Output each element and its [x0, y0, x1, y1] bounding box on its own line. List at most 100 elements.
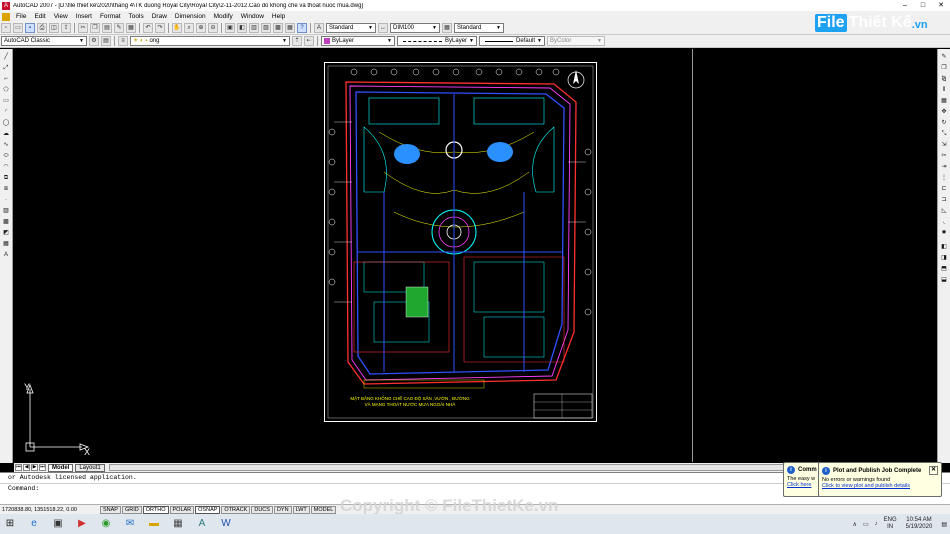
- block-editor-icon[interactable]: ▦: [126, 23, 136, 33]
- spline-icon[interactable]: ∿: [2, 141, 11, 150]
- mirror-icon[interactable]: ⧎: [940, 75, 949, 84]
- break-at-point-icon[interactable]: ⋮: [940, 174, 949, 183]
- network-icon[interactable]: ▭: [863, 521, 869, 528]
- insert-block-icon[interactable]: ⧉: [2, 174, 11, 183]
- erase-icon[interactable]: ✎: [940, 53, 949, 62]
- ellipse-icon[interactable]: ⬭: [2, 152, 11, 161]
- new-icon[interactable]: ▫: [1, 23, 11, 33]
- autocad-taskbar-icon[interactable]: A: [192, 515, 212, 533]
- draw-order-front-icon[interactable]: ◧: [940, 243, 949, 252]
- extend-icon[interactable]: ⇥: [940, 163, 949, 172]
- draw-order-back-icon[interactable]: ◨: [940, 254, 949, 263]
- explode-icon[interactable]: ✸: [940, 229, 949, 238]
- windows-start-icon[interactable]: ⊞: [0, 515, 20, 533]
- text-style-select[interactable]: Standard ▼: [326, 23, 376, 33]
- text-style-icon[interactable]: A: [314, 23, 324, 33]
- redo-icon[interactable]: ↷: [155, 23, 165, 33]
- rectangle-icon[interactable]: ▭: [2, 97, 11, 106]
- coordinate-display[interactable]: 1720838.80, 1351518.22, 0.00: [0, 507, 100, 513]
- view-plot-details-link[interactable]: Click to view plot and publish details: [822, 483, 938, 489]
- help-icon[interactable]: ?: [297, 23, 307, 33]
- file-explorer-icon[interactable]: ▬: [144, 515, 164, 533]
- dim-style-select[interactable]: DIM100 ▼: [390, 23, 440, 33]
- region-icon[interactable]: ◩: [2, 229, 11, 238]
- copy-object-icon[interactable]: ❐: [940, 64, 949, 73]
- array-icon[interactable]: ▦: [940, 97, 949, 106]
- multiline-text-icon[interactable]: A: [2, 251, 11, 260]
- menu-dimension[interactable]: Dimension: [171, 13, 210, 20]
- zoom-previous-icon[interactable]: ⊖: [208, 23, 218, 33]
- make-block-icon[interactable]: ⧈: [2, 185, 11, 194]
- ellipse-arc-icon[interactable]: ◠: [2, 163, 11, 172]
- table-style-select[interactable]: Standard ▼: [454, 23, 504, 33]
- trim-icon[interactable]: ✂: [940, 152, 949, 161]
- volume-icon[interactable]: ♪: [875, 521, 878, 527]
- open-icon[interactable]: ▭: [13, 23, 23, 33]
- notification-center-icon[interactable]: ▤: [941, 521, 947, 528]
- media-icon[interactable]: ▶: [72, 515, 92, 533]
- drawing-canvas[interactable]: MẶT BẰNG KHỐNG CHẾ CAO ĐỘ SÂN ,VƯỜN , ĐƯ…: [14, 49, 936, 462]
- bring-above-icon[interactable]: ⬒: [940, 265, 949, 274]
- zoom-realtime-icon[interactable]: ⌕: [184, 23, 194, 33]
- chamfer-icon[interactable]: ◺: [940, 207, 949, 216]
- properties-icon[interactable]: ▣: [225, 23, 235, 33]
- rotate-icon[interactable]: ↻: [940, 119, 949, 128]
- mail-icon[interactable]: ✉: [120, 515, 140, 533]
- tab-layout1[interactable]: Layout1: [75, 463, 105, 472]
- language-indicator[interactable]: ENG IN: [884, 517, 897, 531]
- calculator-icon[interactable]: ▦: [285, 23, 295, 33]
- design-center-icon[interactable]: ◧: [237, 23, 247, 33]
- tab-model[interactable]: Model: [48, 463, 74, 472]
- layer-previous-icon[interactable]: ⇠: [304, 36, 314, 46]
- calculator-app-icon[interactable]: ▦: [168, 515, 188, 533]
- next-tab-icon[interactable]: ▶: [31, 464, 38, 471]
- my-workspace-icon[interactable]: ▤: [101, 36, 111, 46]
- lwt-toggle[interactable]: LWT: [292, 505, 310, 514]
- save-icon[interactable]: ▪: [25, 23, 35, 33]
- edge-browser-icon[interactable]: e: [24, 515, 44, 533]
- publish-icon[interactable]: ⇪: [61, 23, 71, 33]
- copy-icon[interactable]: ❐: [90, 23, 100, 33]
- maximize-button[interactable]: □: [914, 0, 932, 11]
- match-properties-icon[interactable]: ✎: [114, 23, 124, 33]
- color-select[interactable]: ByLayer ▼: [321, 36, 395, 46]
- tray-chevron-icon[interactable]: ∧: [853, 521, 857, 528]
- menu-insert[interactable]: Insert: [72, 13, 96, 20]
- tool-palettes-icon[interactable]: ▥: [249, 23, 259, 33]
- workspace-select[interactable]: AutoCAD Classic ▼: [1, 36, 87, 46]
- first-tab-icon[interactable]: ⏮: [15, 464, 22, 471]
- polar-toggle[interactable]: POLAR: [169, 505, 195, 514]
- break-icon[interactable]: ⊏: [940, 185, 949, 194]
- snap-toggle[interactable]: SNAP: [100, 505, 121, 514]
- last-tab-icon[interactable]: ⏭: [39, 464, 46, 471]
- osnap-toggle[interactable]: OSNAP: [195, 505, 221, 514]
- circle-icon[interactable]: ◯: [2, 119, 11, 128]
- scale-icon[interactable]: ⤡: [940, 130, 949, 139]
- arc-icon[interactable]: ◜: [2, 108, 11, 117]
- menu-help[interactable]: Help: [268, 13, 289, 20]
- polygon-icon[interactable]: ⬠: [2, 86, 11, 95]
- menu-draw[interactable]: Draw: [148, 13, 171, 20]
- sheet-set-icon[interactable]: ▨: [261, 23, 271, 33]
- gradient-icon[interactable]: ▩: [2, 218, 11, 227]
- cut-icon[interactable]: ✂: [78, 23, 88, 33]
- workspace-settings-icon[interactable]: ⚙: [89, 36, 99, 46]
- fillet-icon[interactable]: ◟: [940, 218, 949, 227]
- grid-toggle[interactable]: GRID: [121, 505, 142, 514]
- store-icon[interactable]: ▣: [48, 515, 68, 533]
- ortho-toggle[interactable]: ORTHO: [142, 505, 169, 514]
- balloon-close-button[interactable]: ✕: [929, 466, 938, 475]
- polyline-icon[interactable]: ⌐: [2, 75, 11, 84]
- plot-preview-icon[interactable]: ◫: [49, 23, 59, 33]
- plot-publish-balloon[interactable]: i Plot and Publish Job Complete ✕ No error…: [818, 462, 942, 497]
- lineweight-select[interactable]: Default ▼: [479, 36, 545, 46]
- otrack-toggle[interactable]: OTRACK: [221, 505, 251, 514]
- close-button[interactable]: ✕: [932, 0, 950, 11]
- layer-manager-icon[interactable]: ≡: [118, 36, 128, 46]
- undo-icon[interactable]: ↶: [143, 23, 153, 33]
- paste-icon[interactable]: ▤: [102, 23, 112, 33]
- ducs-toggle[interactable]: DUCS: [251, 505, 273, 514]
- layer-select[interactable]: ☀ ◐ ▪ ong ▼: [130, 36, 290, 46]
- markup-icon[interactable]: ▩: [273, 23, 283, 33]
- move-icon[interactable]: ✥: [940, 108, 949, 117]
